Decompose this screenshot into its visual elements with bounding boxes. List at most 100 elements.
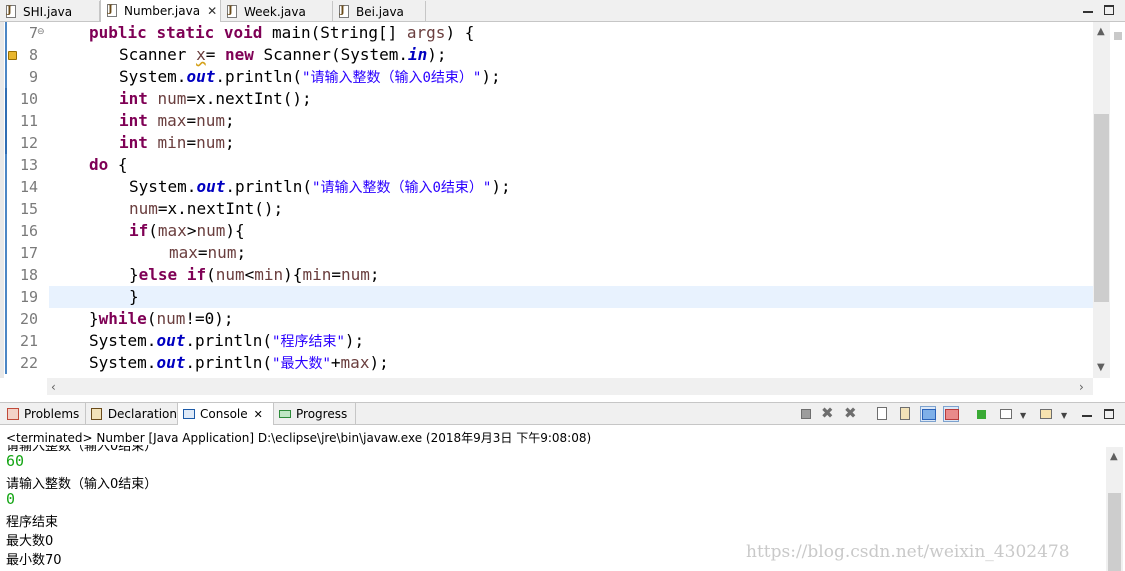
code-line-22: System.out.println("最大数"+max); [89,353,389,372]
code-text-area[interactable]: public static void main(String[] args) {… [49,22,1093,378]
line-number: 15 [19,200,38,218]
remove-launch-button[interactable]: ✖ [821,404,837,422]
scroll-left-arrow-icon[interactable]: ‹ [51,380,56,394]
code-line-8: Scanner x= new Scanner(System.in); [119,45,447,64]
code-editor[interactable]: 7 ⊖ 8 9 10 11 12 13 14 15 16 17 18 19 20… [0,22,1125,396]
tab-bei-java[interactable]: J Bei.java [333,1,426,22]
code-line-12: int min=num; [119,133,235,152]
overview-ruler [1111,22,1125,396]
declaration-icon [90,407,104,421]
close-icon[interactable]: ✕ [207,4,217,18]
maximize-button[interactable] [1102,407,1116,421]
console-line: 最小数70 [6,553,62,568]
code-line-11: int max=num; [119,111,235,130]
minimize-icon [1082,415,1092,417]
line-number: 18 [19,266,38,284]
clear-console-icon [877,407,887,420]
remove-icon: ✖ [821,404,834,422]
current-line-highlight [49,286,1093,308]
console-status: <terminated> Number [Java Application] D… [6,431,592,445]
tab-shi-java[interactable]: J SHI.java [0,1,100,22]
scroll-up-arrow-icon[interactable]: ▲ [1110,451,1118,462]
code-line-20: }while(num!=0); [89,309,234,328]
pin-console-button[interactable] [973,406,989,422]
console-line: 请输入整数（输入0结束） [6,445,158,454]
line-number: 17 [19,244,38,262]
show-stdout-icon [922,409,936,420]
scroll-up-arrow-icon[interactable]: ▲ [1097,26,1105,37]
editor-tab-bar: J SHI.java J Number.java ✕ J Week.java J… [0,0,1125,22]
scroll-lock-button[interactable] [897,406,913,422]
line-number: 12 [19,134,38,152]
java-file-icon: J [227,4,239,19]
tab-label: SHI.java [23,4,73,19]
line-number: 14 [19,178,38,196]
minimize-icon [1083,11,1093,13]
line-number: 8 [28,46,38,64]
editor-vertical-scrollbar[interactable]: ▲ ▼ [1093,22,1110,378]
code-line-10: int num=x.nextInt(); [119,89,312,108]
line-number: 13 [19,156,38,174]
close-icon[interactable]: ✕ [254,408,263,421]
maximize-button[interactable] [1102,3,1116,17]
tab-week-java[interactable]: J Week.java [221,1,333,22]
display-console-button[interactable] [997,406,1013,422]
remove-all-launches-button[interactable]: ✖ [844,404,860,422]
code-line-15: num=x.nextInt(); [129,199,284,218]
line-number: 22 [19,354,38,372]
code-line-9: System.out.println("请输入整数（输入0结束）"); [119,67,501,86]
remove-all-icon: ✖ [844,404,857,422]
scrollbar-thumb[interactable] [1094,114,1109,302]
tab-label: Bei.java [356,4,404,19]
console-line: 程序结束 [6,515,59,530]
line-number: 9 [28,68,38,86]
minimize-button[interactable] [1080,407,1094,421]
console-input-line: 0 [6,490,16,508]
code-line-7: public static void main(String[] args) { [89,23,475,42]
terminate-button[interactable] [798,406,814,422]
code-line-21: System.out.println("程序结束"); [89,331,365,350]
editor-left-strip [0,22,4,378]
show-stderr-icon [945,409,959,420]
console-vertical-scrollbar[interactable]: ▲ [1106,447,1123,571]
scroll-lock-icon [900,407,910,420]
tab-declaration[interactable]: Declaration [86,403,178,425]
tab-progress[interactable]: Progress [274,403,356,425]
scroll-down-arrow-icon[interactable]: ▼ [1097,362,1105,373]
change-marker [5,154,7,374]
minimize-button[interactable] [1081,3,1095,17]
maximize-icon [1104,409,1114,419]
line-number: 7 [28,24,38,42]
console-input-line: 60 [6,452,25,470]
line-number: 19 [19,288,38,306]
code-line-19: } [129,287,139,306]
tab-label: Progress [296,407,348,421]
pin-icon [977,410,986,419]
change-marker [5,88,7,154]
java-file-icon: J [107,4,119,18]
show-on-stderr-button[interactable] [943,406,959,422]
maximize-icon [1104,5,1114,15]
code-line-18: }else if(num<min){min=num; [129,265,380,284]
show-on-stdout-button[interactable] [920,406,936,422]
code-line-17: max=num; [169,243,247,262]
java-file-icon: J [339,4,351,19]
tab-number-java[interactable]: J Number.java ✕ [100,0,221,22]
tab-console[interactable]: Console ✕ [178,403,274,425]
editor-horizontal-scrollbar[interactable]: ‹ › [47,378,1093,395]
scroll-right-arrow-icon[interactable]: › [1079,380,1084,394]
code-line-14: System.out.println("请输入整数（输入0结束）"); [129,177,511,196]
java-file-icon: J [6,4,18,19]
clear-console-button[interactable] [874,406,890,422]
scrollbar-thumb[interactable] [1108,493,1121,571]
line-number: 16 [19,222,38,240]
fold-icon[interactable]: ⊖ [37,27,45,37]
chevron-down-icon[interactable]: ▼ [1020,411,1026,420]
tab-problems[interactable]: Problems [2,403,86,425]
open-console-button[interactable] [1037,406,1053,422]
tab-label: Problems [24,407,80,421]
chevron-down-icon[interactable]: ▼ [1061,411,1067,420]
change-marker [5,22,7,88]
stop-icon [801,409,811,419]
tab-label: Week.java [244,4,306,19]
